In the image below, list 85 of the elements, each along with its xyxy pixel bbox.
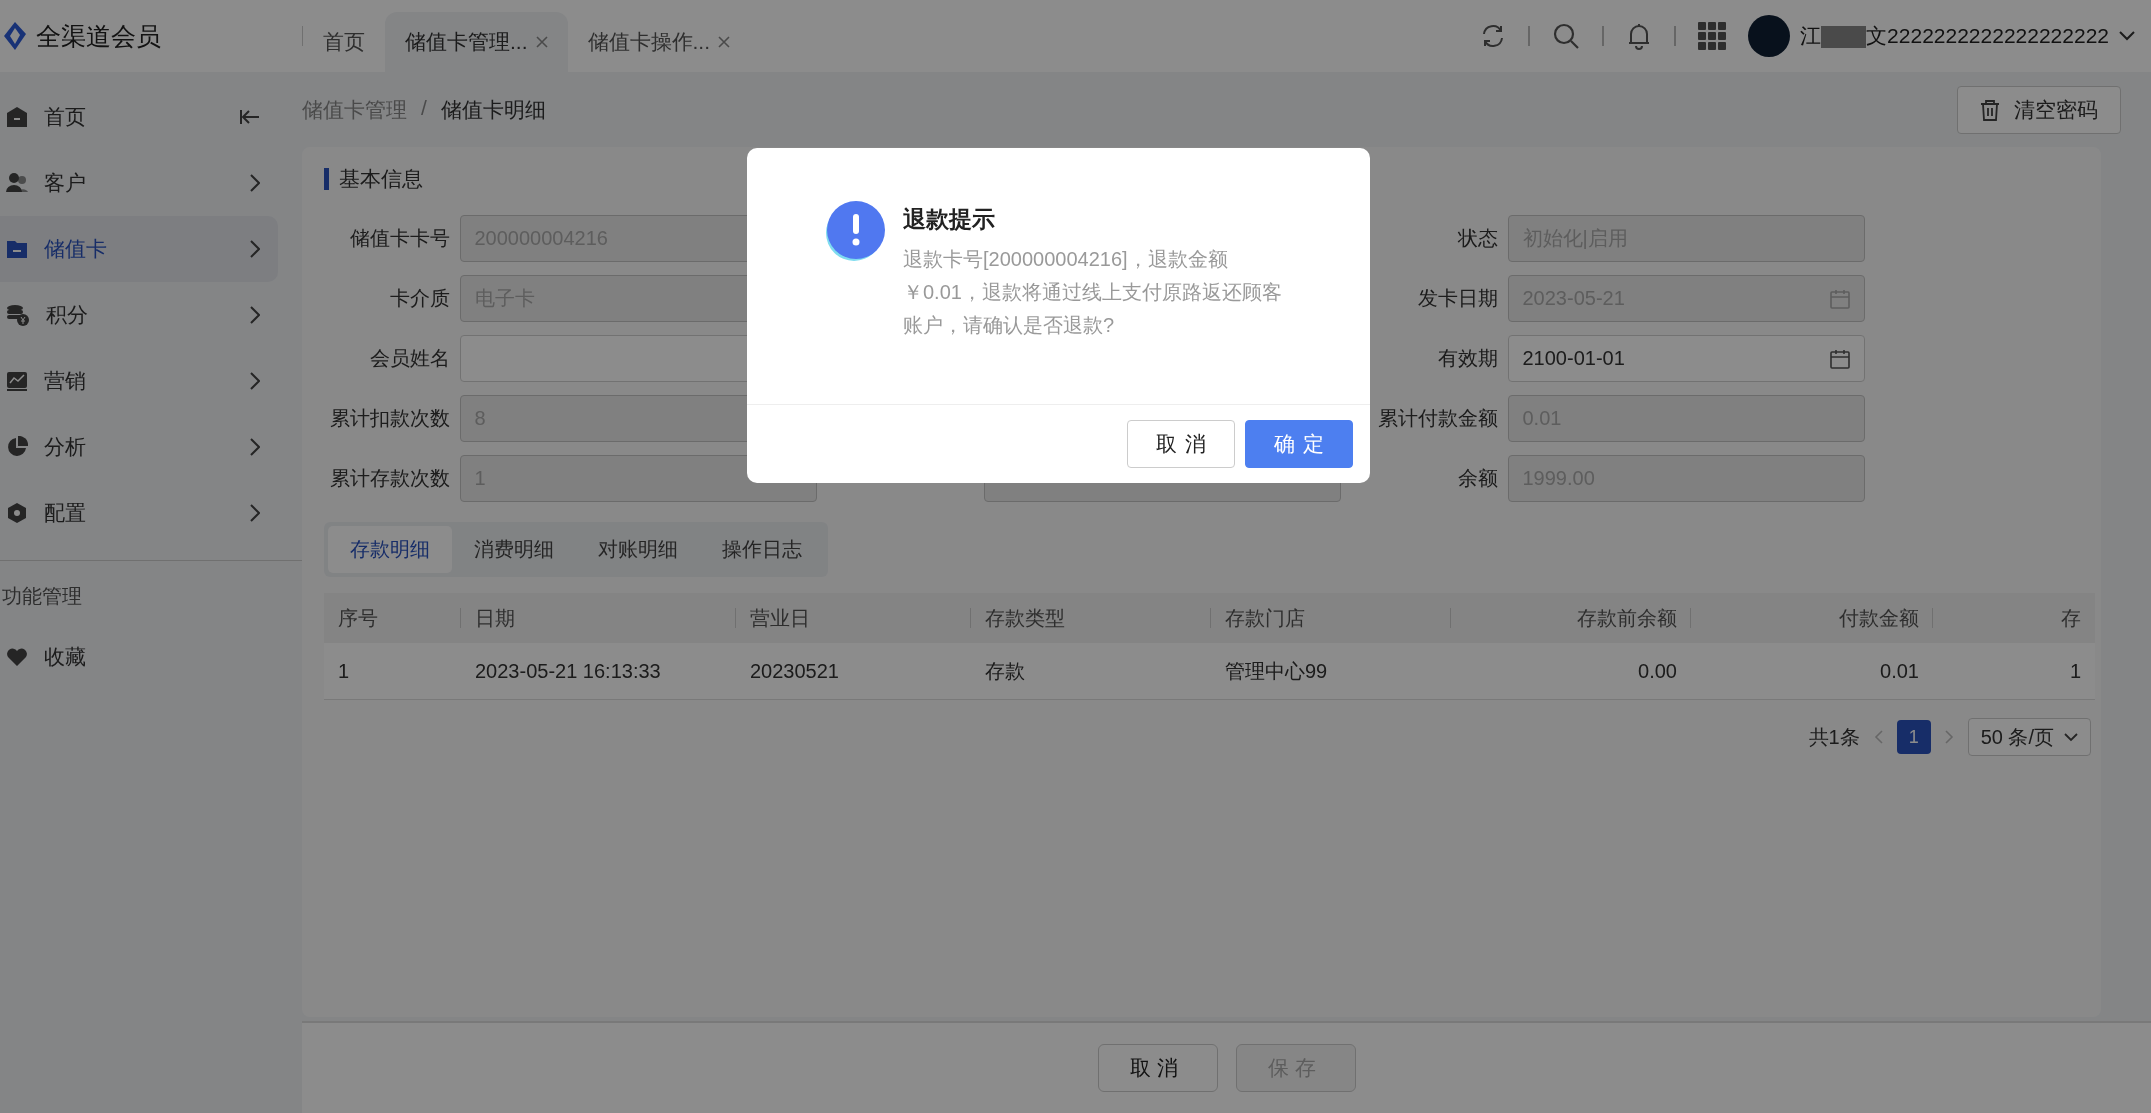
- collapse-icon[interactable]: [240, 108, 260, 126]
- section-marker: [324, 168, 329, 190]
- menu-item[interactable]: 分析: [0, 414, 278, 480]
- avatar[interactable]: [1748, 15, 1791, 57]
- menu-item[interactable]: 积分: [0, 282, 278, 348]
- menu-item[interactable]: 首页: [0, 84, 278, 150]
- menu-item[interactable]: 储值卡: [0, 216, 278, 282]
- menu-item[interactable]: 营销: [0, 348, 278, 414]
- hexagon-icon: [6, 502, 28, 524]
- page-size-select[interactable]: 50 条/页: [1967, 718, 2091, 756]
- column-header: 日期: [475, 605, 515, 631]
- page-tab[interactable]: 储值卡管理...: [385, 12, 568, 72]
- cancel-button[interactable]: 取消: [1127, 420, 1235, 468]
- total-count: 共1条: [1808, 724, 1860, 750]
- close-icon[interactable]: [535, 36, 548, 48]
- detail-tab[interactable]: 消费明细: [452, 526, 576, 573]
- user-name[interactable]: 江 文2222222222222222222: [1800, 22, 2109, 50]
- table-cell: 1: [2069, 659, 2081, 683]
- column-header: 付款金额: [1839, 605, 1919, 631]
- field-label: 储值卡卡号: [349, 226, 450, 251]
- breadcrumb-separator: /: [421, 95, 427, 121]
- column-header: 存: [2061, 605, 2081, 631]
- pie-chart-icon: [6, 436, 28, 458]
- chevron-right-icon: [250, 306, 260, 324]
- page-tab[interactable]: 储值卡操作...: [567, 12, 751, 72]
- breadcrumb-item[interactable]: 储值卡管理: [302, 95, 407, 124]
- page-number[interactable]: 1: [1896, 720, 1931, 754]
- menu-section-title: 功能管理: [1, 584, 83, 609]
- table-cell: 20230521: [750, 659, 839, 683]
- column-header: 存款前余额: [1577, 605, 1677, 631]
- trash-icon: [1980, 98, 2000, 121]
- section-title: 基本信息: [339, 166, 423, 192]
- chevron-right-icon: [250, 240, 260, 258]
- detail-tab[interactable]: 存款明细: [328, 526, 452, 573]
- menu-item[interactable]: 收藏: [0, 624, 278, 690]
- field-label: 累计付款金额: [1377, 406, 1498, 431]
- footer-button[interactable]: 取消: [1097, 1044, 1218, 1092]
- table-cell: 0.01: [1880, 659, 1919, 683]
- apps-grid-icon[interactable]: [1698, 22, 1727, 50]
- column-header: 序号: [338, 605, 378, 631]
- field-label: 有效期: [1437, 346, 1498, 371]
- menu-item[interactable]: 配置: [0, 480, 278, 546]
- calendar-icon: [1829, 348, 1850, 369]
- column-header: 存款门店: [1225, 605, 1305, 631]
- confirm-button[interactable]: 确定: [1245, 420, 1353, 468]
- field-label: 累计存款次数: [329, 466, 450, 491]
- dialog-title: 退款提示: [903, 205, 996, 234]
- dialog-message: 退款卡号[200000004216]，退款金额￥0.01，退款将通过线上支付原路返还顾客账户，请确认是否退款?: [903, 247, 1283, 338]
- clear-password-button[interactable]: 清空密码: [1957, 85, 2121, 134]
- coins-icon: [6, 303, 30, 327]
- app-title: 全渠道会员: [36, 20, 161, 52]
- chevron-down-icon: [2064, 732, 2078, 742]
- date-field[interactable]: 2100-01-01: [1507, 335, 1865, 382]
- field-label: 累计扣款次数: [329, 406, 450, 431]
- close-icon[interactable]: [718, 36, 731, 48]
- column-header: 营业日: [750, 605, 810, 631]
- heart-icon: [6, 647, 28, 667]
- calendar-icon: [1829, 288, 1850, 309]
- field-label: 发卡日期: [1417, 286, 1498, 311]
- table-cell-text: 存款: [985, 658, 1025, 684]
- breadcrumb-item: 储值卡明细: [440, 96, 546, 123]
- field-label: 状态: [1457, 226, 1498, 251]
- detail-tab[interactable]: 操作日志: [700, 526, 824, 573]
- menu-item[interactable]: 客户: [0, 150, 278, 216]
- chevron-right-icon: [250, 174, 260, 192]
- chevron-right-icon: [250, 438, 260, 456]
- table-cell-text: 管理中心99: [1225, 658, 1328, 684]
- chevron-down-icon[interactable]: [2119, 31, 2135, 41]
- logo-icon: [4, 22, 26, 50]
- table-cell: 0.00: [1638, 659, 1677, 683]
- chevron-right-icon: [250, 504, 260, 522]
- field-label: 余额: [1457, 466, 1498, 491]
- table-cell: 2023-05-21 16:13:33: [475, 659, 661, 683]
- table-cell: 1: [338, 659, 350, 683]
- folder-icon: [6, 238, 28, 260]
- chevron-right-icon: [250, 372, 260, 390]
- column-header: 存款类型: [985, 605, 1065, 631]
- home-icon: [6, 106, 28, 128]
- page-tab[interactable]: 首页: [303, 12, 385, 72]
- warning-icon: [825, 200, 887, 262]
- field-label: 会员姓名: [369, 346, 450, 371]
- field-label: 卡介质: [389, 286, 450, 311]
- detail-tab[interactable]: 对账明细: [576, 526, 700, 573]
- chart-icon: [6, 370, 28, 392]
- search-icon[interactable]: [1552, 22, 1581, 50]
